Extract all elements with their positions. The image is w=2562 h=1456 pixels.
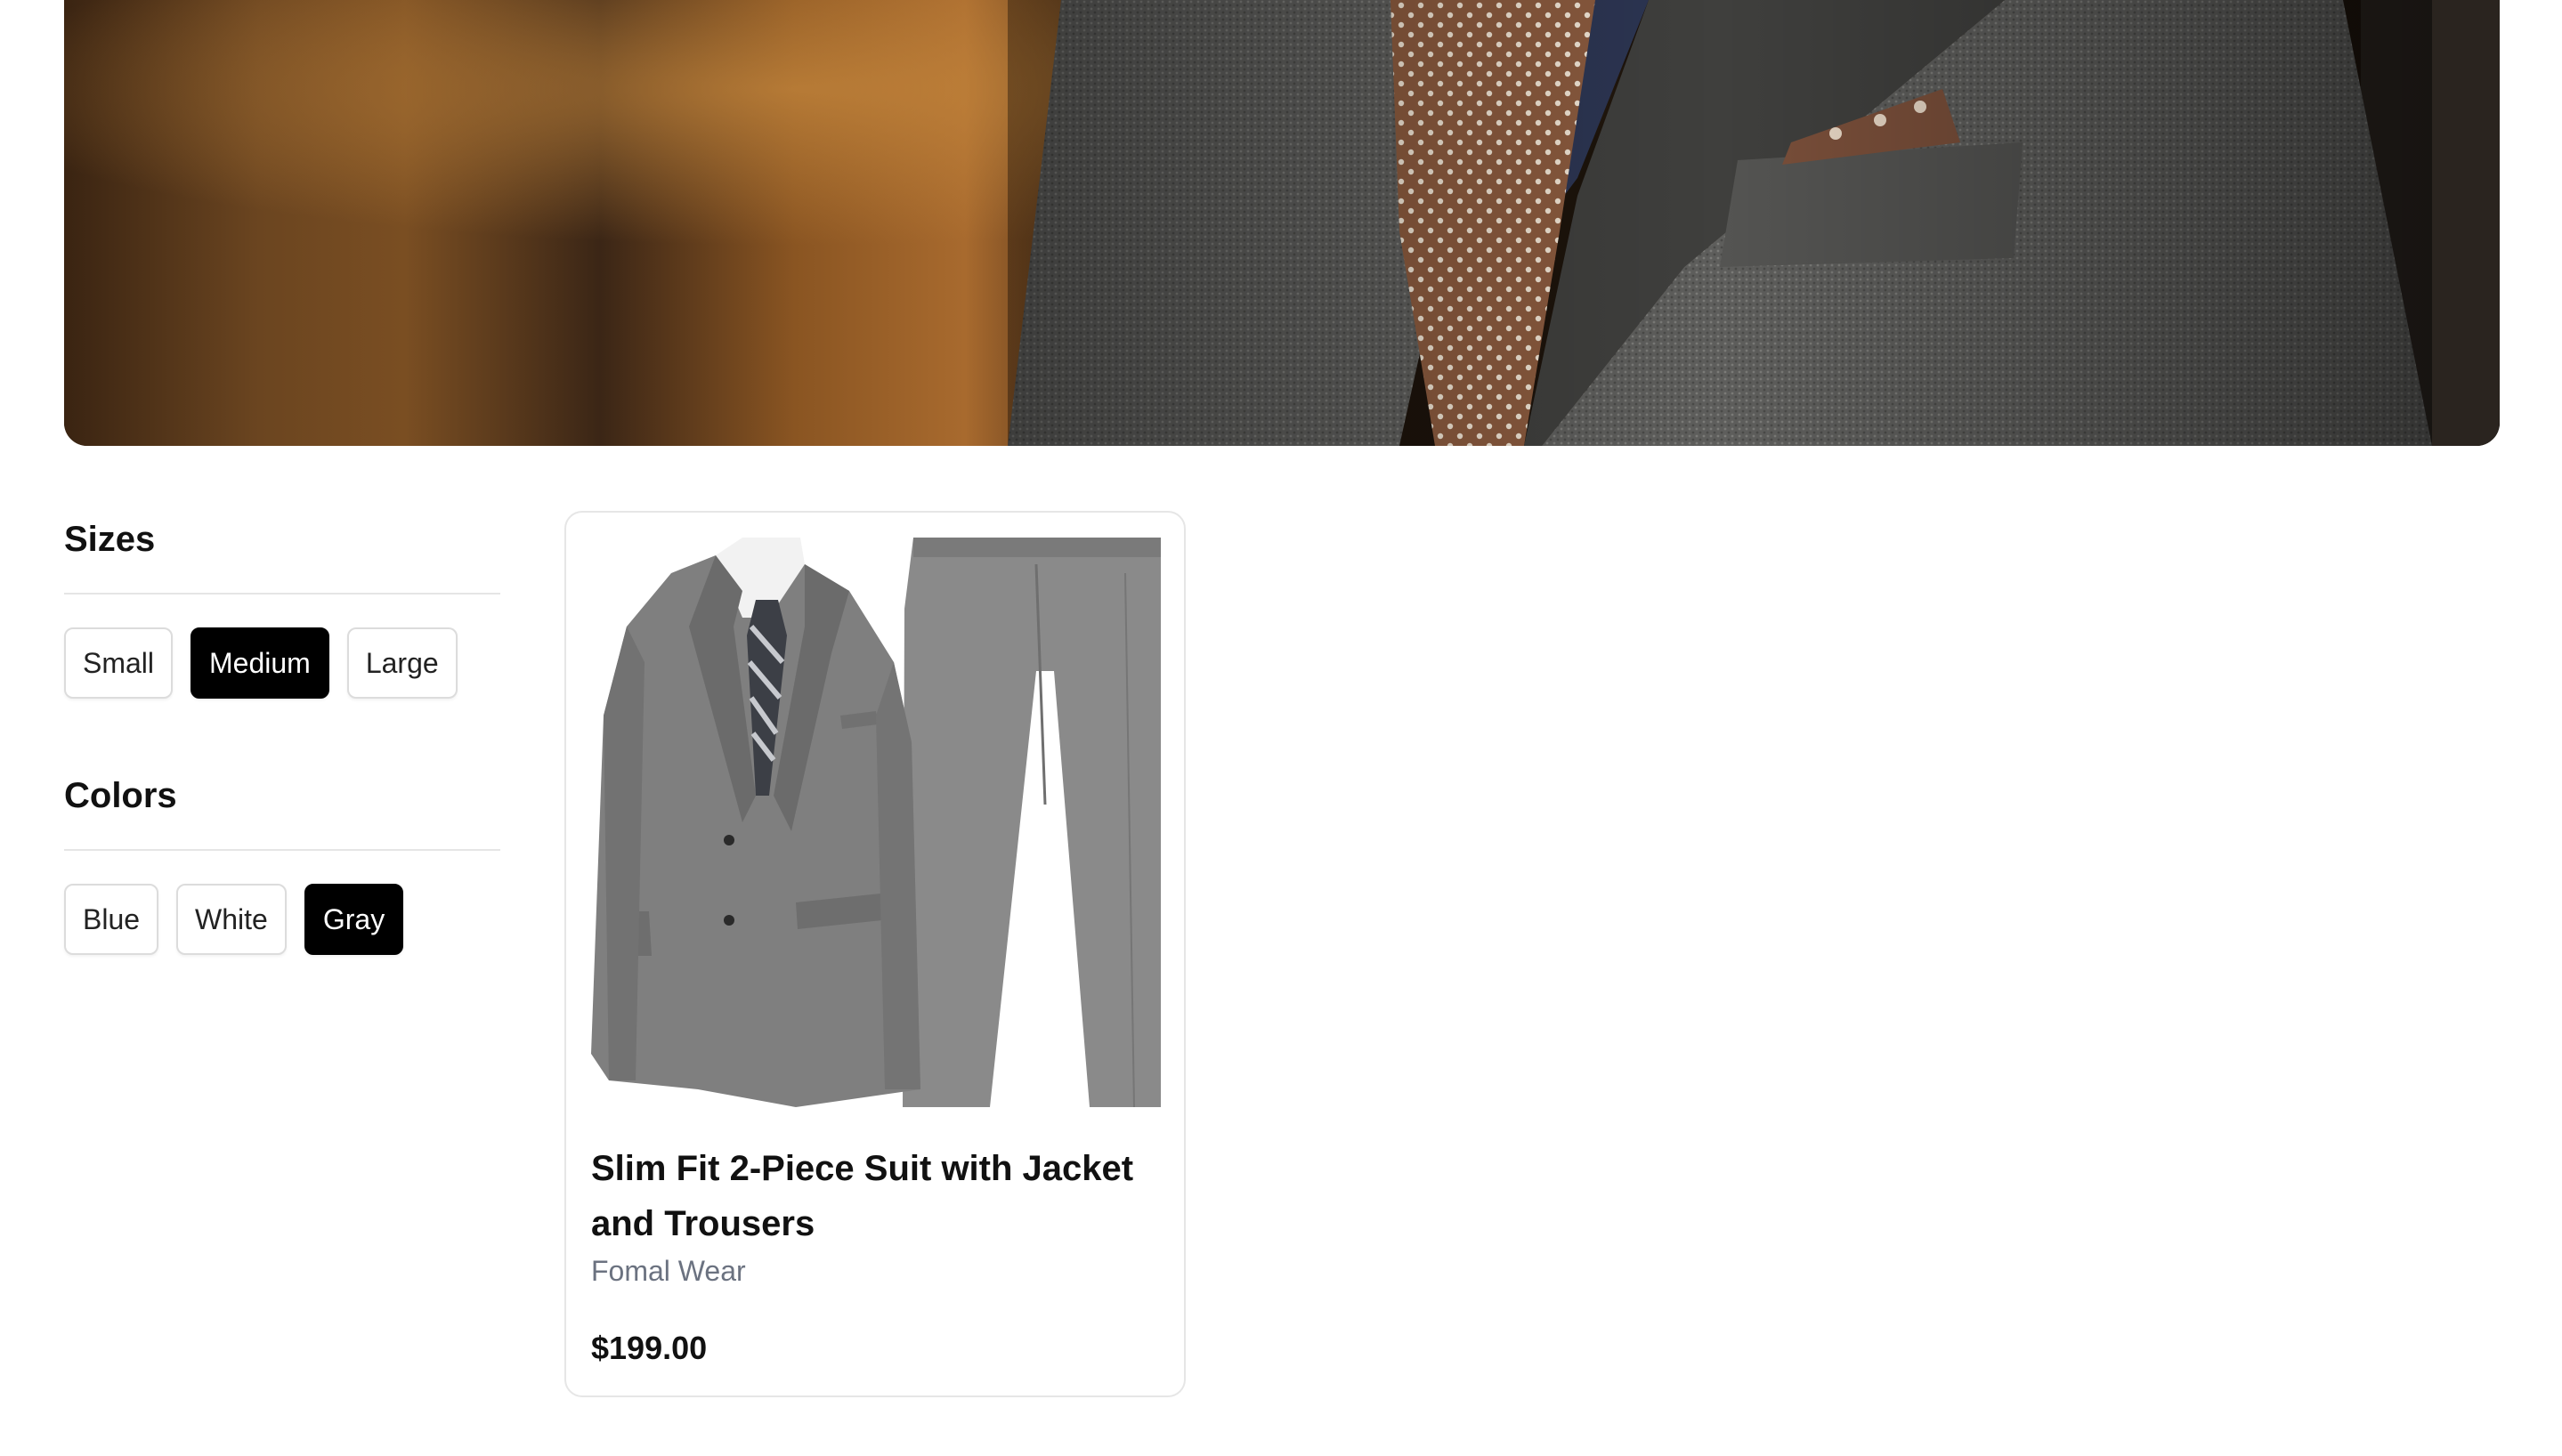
product-name[interactable]: Slim Fit 2-Piece Suit with Jacket and Tr… [591,1141,1161,1251]
hero-banner [64,0,2500,446]
sizes-heading: Sizes [64,520,156,559]
color-option-white[interactable]: White [176,884,287,955]
product-card[interactable]: Slim Fit 2-Piece Suit with Jacket and Tr… [564,511,1186,1397]
size-option-large[interactable]: Large [346,627,458,699]
product-price: $199.00 [591,1330,708,1366]
color-option-blue[interactable]: Blue [64,884,159,955]
color-option-gray[interactable]: Gray [304,884,404,955]
sizes-filter: Sizes Small Medium Large [64,507,500,699]
page: Sizes Small Medium Large Colors Blue Whi… [0,0,2562,1456]
suit-image [591,538,1161,1111]
colors-filter: Colors Blue White Gray [64,764,500,955]
color-options: Blue White Gray [64,851,500,955]
product-image[interactable] [591,538,1161,1111]
product-brand: Fomal Wear [591,1255,746,1287]
size-options: Small Medium Large [64,595,500,699]
size-option-medium[interactable]: Medium [191,627,329,699]
colors-heading: Colors [64,776,177,815]
hero-suit-image [64,0,2500,446]
filter-panel: Sizes Small Medium Large Colors Blue Whi… [64,507,500,955]
size-option-small[interactable]: Small [64,627,174,699]
